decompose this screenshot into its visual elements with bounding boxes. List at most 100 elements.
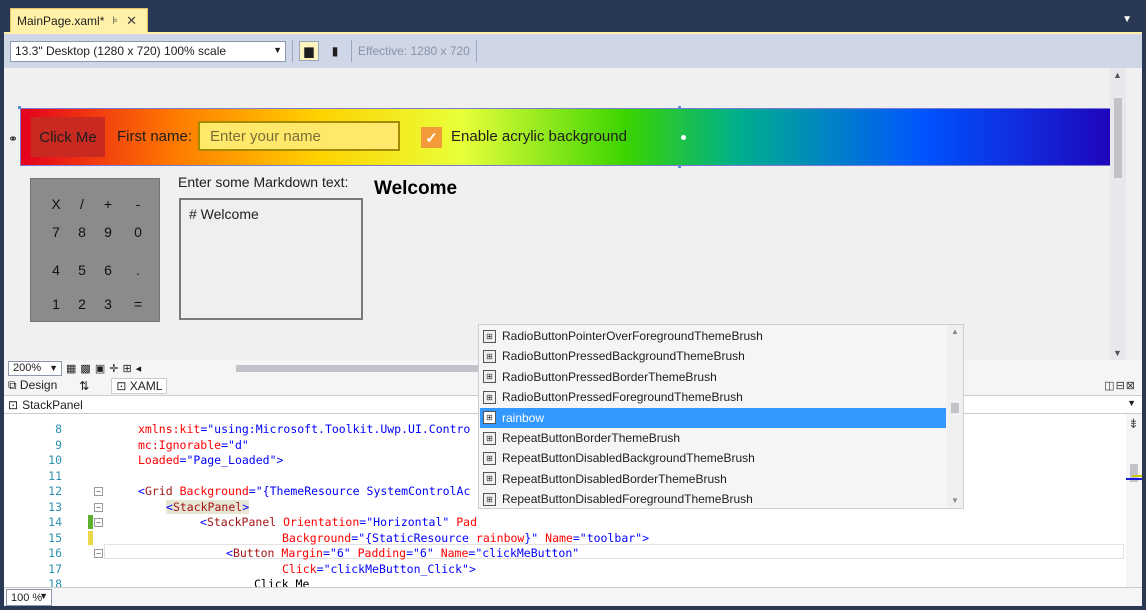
split-editor-icon[interactable]: ⇟ xyxy=(1128,416,1139,432)
code-token: "Horizontal" xyxy=(366,515,450,529)
resource-brush-icon: ⊞ xyxy=(483,370,496,384)
snap-grid-icon[interactable]: ▩ xyxy=(80,362,90,375)
calculator-key[interactable]: . xyxy=(125,257,151,283)
scroll-down-icon[interactable]: ▼ xyxy=(1113,348,1122,358)
tab-overflow-chevron-icon[interactable]: ▼ xyxy=(1122,14,1132,25)
tab-design[interactable]: ⧉ Design xyxy=(8,378,57,393)
scrollbar-thumb[interactable] xyxy=(951,403,959,413)
calculator-key[interactable]: 2 xyxy=(69,291,95,317)
first-name-input[interactable]: Enter your name xyxy=(198,121,400,151)
scroll-up-icon[interactable]: ▲ xyxy=(1113,70,1122,80)
code-token: xmlns:kit xyxy=(138,422,201,436)
code-line: <StackPanel Orientation="Horizontal" Pad xyxy=(200,515,477,529)
calculator-key[interactable]: 4 xyxy=(43,257,69,283)
code-token: "6" xyxy=(413,546,434,560)
scrollbar-thumb[interactable] xyxy=(1114,98,1122,178)
caret-marker xyxy=(1126,478,1142,480)
completion-item[interactable]: ⊞ RepeatButtonDisabledForegroundThemeBrus… xyxy=(480,489,946,509)
design-canvas[interactable]: ⚭ Click Me First name: Enter your name ✓… xyxy=(4,68,1126,360)
click-me-button[interactable]: Click Me xyxy=(31,117,105,157)
completion-scrollbar[interactable]: ▲ ▼ xyxy=(947,325,963,508)
calculator-key[interactable]: / xyxy=(69,191,95,217)
calculator-key[interactable]: = xyxy=(125,291,151,317)
device-preview-select[interactable]: 13.3" Desktop (1280 x 720) 100% scale ▼ xyxy=(10,40,286,62)
code-token: "{ThemeResource SystemControlAc xyxy=(255,484,471,498)
first-name-label: First name: xyxy=(117,128,193,145)
scroll-down-icon[interactable]: ▼ xyxy=(951,496,959,505)
markdown-textbox[interactable]: # Welcome xyxy=(179,198,363,320)
toolbar-stackpanel-rainbow[interactable]: Click Me First name: Enter your name ✓ E… xyxy=(20,108,1122,166)
line-number: 12 xyxy=(48,484,62,498)
editor-vertical-scrollbar[interactable]: ⇟ xyxy=(1126,414,1142,606)
scroll-left-icon[interactable]: ◂ xyxy=(136,362,142,375)
code-token: Background xyxy=(282,530,352,545)
zoom-select[interactable]: 200% ▼ xyxy=(8,360,62,376)
calculator-key[interactable]: 5 xyxy=(69,257,95,283)
completion-item-label: RepeatButtonDisabledBorderThemeBrush xyxy=(502,471,727,486)
calculator-key[interactable]: 3 xyxy=(95,291,121,317)
calculator-key[interactable]: - xyxy=(125,191,151,217)
completion-item[interactable]: ⊞ RadioButtonPressedBorderThemeBrush xyxy=(480,367,946,387)
completion-item[interactable]: ⊞ RadioButtonPressedBackgroundThemeBrush xyxy=(480,346,946,366)
intellisense-completion-list[interactable]: ▲ ▼ ⊞ RadioButtonPointerOverForegroundThe… xyxy=(478,324,964,509)
completion-item[interactable]: ⊞ rainbow xyxy=(480,407,946,428)
change-tracking-bar xyxy=(88,515,93,529)
calculator-key[interactable]: 7 xyxy=(43,219,69,245)
completion-item[interactable]: ⊞ RepeatButtonBorderThemeBrush xyxy=(480,428,946,448)
completion-item[interactable]: ⊞ RadioButtonPointerOverForegroundThemeBr… xyxy=(480,326,946,346)
calculator-key[interactable]: 6 xyxy=(95,257,121,283)
completion-item[interactable]: ⊞ RepeatButtonDisabledBorderThemeBrush xyxy=(480,469,946,489)
completion-item[interactable]: ⊞ RepeatButtonDisabledBackgroundThemeBrus… xyxy=(480,448,946,468)
code-token: = xyxy=(572,530,580,545)
line-number: 9 xyxy=(55,437,62,452)
pin-icon[interactable]: ⊧ xyxy=(112,14,118,27)
scroll-up-icon[interactable]: ▲ xyxy=(951,327,959,336)
completion-item[interactable]: ⊞ RadioButtonPressedForegroundThemeBrush xyxy=(480,387,946,407)
grid-icon[interactable]: ▦ xyxy=(66,362,76,375)
collapse-region-icon[interactable]: − xyxy=(94,549,103,558)
link-anchor-icon[interactable]: ⚭ xyxy=(8,132,18,146)
calculator-key[interactable]: 8 xyxy=(69,219,95,245)
editor-zoom-select[interactable]: 100 % ▼ xyxy=(6,589,52,606)
collapse-region-icon[interactable]: − xyxy=(94,487,103,496)
code-token: Loaded xyxy=(138,453,180,467)
acrylic-checkbox-label: Enable acrylic background xyxy=(451,128,627,145)
acrylic-checkbox[interactable]: ✓ xyxy=(421,127,442,148)
artboard-background-icon[interactable]: ▣ xyxy=(95,362,105,375)
completion-item-label: RepeatButtonBorderThemeBrush xyxy=(502,431,681,445)
code-token: "clickMeButton_Click"> xyxy=(323,561,476,576)
portrait-orientation-button[interactable]: ▮ xyxy=(325,41,345,61)
code-token: "{StaticResource xyxy=(358,530,476,545)
code-token: Button xyxy=(232,546,275,560)
collapse-region-icon[interactable]: − xyxy=(94,518,103,527)
snap-lines-icon[interactable]: ✛ xyxy=(109,362,118,375)
calculator-key[interactable]: X xyxy=(43,191,69,217)
breadcrumb-element: StackPanel xyxy=(22,397,83,412)
close-icon[interactable]: ✕ xyxy=(126,13,137,29)
collapse-region-icon[interactable]: − xyxy=(94,502,103,512)
code-token: < xyxy=(166,499,173,514)
landscape-icon: ▆ xyxy=(304,44,314,58)
canvas-horizontal-scrollbar[interactable] xyxy=(236,365,492,372)
cursor-dot xyxy=(681,135,686,140)
code-token: Click Me xyxy=(254,577,310,587)
calculator-key[interactable]: 9 xyxy=(95,219,121,245)
chevron-down-icon[interactable]: ▼ xyxy=(1127,398,1136,408)
tab-xaml[interactable]: ⊡ XAML xyxy=(111,377,168,394)
device-toolbar: 13.3" Desktop (1280 x 720) 100% scale ▼ … xyxy=(4,34,1142,68)
landscape-orientation-button[interactable]: ▆ xyxy=(299,41,319,61)
project-code-icon[interactable]: ⊞ xyxy=(122,362,131,375)
calculator-key[interactable]: + xyxy=(95,191,121,217)
tab-title: MainPage.xaml* xyxy=(17,13,105,28)
split-layout-icons[interactable]: ◫⊟⊠ xyxy=(1104,379,1136,392)
calculator-key[interactable]: 1 xyxy=(43,291,69,317)
swap-panes-icon[interactable]: ⇅ xyxy=(79,379,89,393)
code-token: "toolbar"> xyxy=(579,530,650,545)
calculator-key[interactable]: 0 xyxy=(125,219,151,245)
canvas-vertical-scrollbar[interactable]: ▲ ▼ xyxy=(1110,68,1126,360)
completion-item-label: RadioButtonPressedBackgroundThemeBrush xyxy=(502,349,745,364)
divider xyxy=(292,40,293,62)
resource-brush-icon: ⊞ xyxy=(483,431,496,445)
calculator-keypad: X / + - 7 8 9 0 4 5 6. 1 2 3 = xyxy=(30,178,160,322)
tab-mainpage-xaml[interactable]: MainPage.xaml* ⊧ ✕ xyxy=(10,8,148,32)
